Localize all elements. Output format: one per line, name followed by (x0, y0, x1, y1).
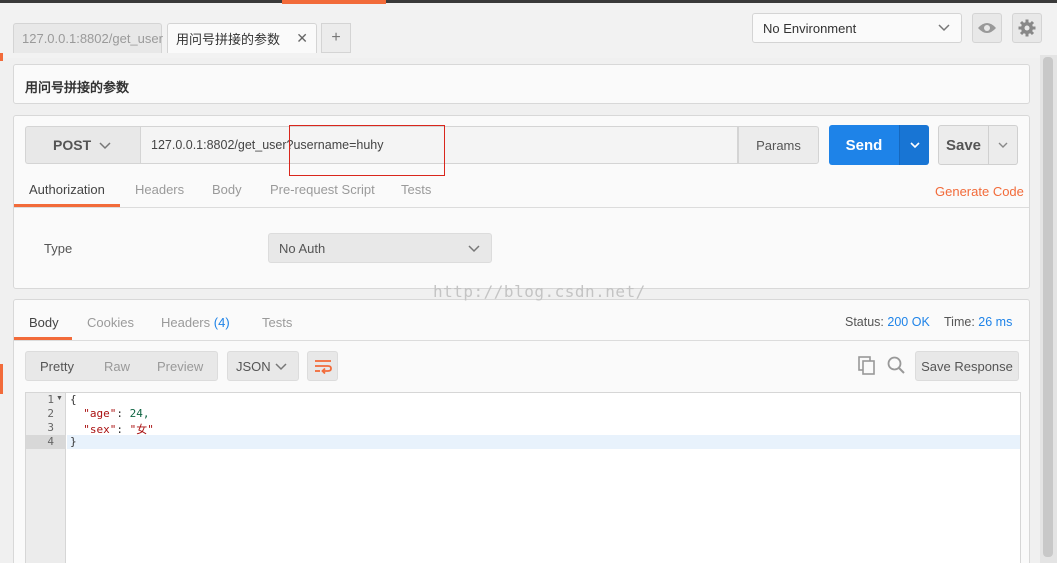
save-options-button[interactable] (988, 125, 1018, 165)
json-value: "女" (129, 423, 154, 436)
tab-authorization[interactable]: Authorization (29, 182, 105, 197)
close-icon[interactable]: ✕ (296, 30, 308, 47)
auth-type-label: Type (44, 241, 73, 256)
response-tab-cookies[interactable]: Cookies (87, 315, 134, 330)
response-tab-headers-label: Headers (161, 315, 211, 330)
add-tab-button[interactable]: + (321, 23, 351, 53)
auth-type-value: No Auth (279, 240, 326, 256)
response-tab-tests[interactable]: Tests (262, 315, 292, 330)
save-response-button[interactable]: Save Response (915, 351, 1019, 381)
status-label-text: Status: (845, 315, 884, 329)
fold-icon[interactable]: ▼ (56, 395, 63, 402)
method-select[interactable]: POST (25, 126, 140, 164)
line-number: 4 (47, 435, 54, 448)
save-button[interactable]: Save (938, 125, 989, 165)
tab-pre-request-script[interactable]: Pre-request Script (270, 182, 375, 197)
params-button[interactable]: Params (738, 126, 819, 164)
line-number: 1 (47, 393, 54, 406)
divider (14, 340, 1029, 341)
generate-code-link[interactable]: Generate Code (935, 184, 1024, 199)
json-value: 24, (129, 407, 150, 420)
request-name[interactable]: 用问号拼接的参数 (25, 77, 129, 96)
chevron-down-icon (998, 142, 1008, 148)
chevron-down-icon (468, 245, 480, 253)
tab-label: 用问号拼接的参数 (176, 32, 281, 47)
code-line: { (70, 393, 77, 406)
response-body-editor[interactable]: 1 ▼ 2 3 4 { "age": 24, "sex": "女" } (25, 392, 1021, 563)
tab-headers[interactable]: Headers (135, 182, 184, 197)
view-pretty-button[interactable]: Pretty (40, 359, 74, 374)
active-window-indicator (282, 0, 386, 4)
search-icon[interactable] (886, 355, 906, 375)
tab-label: 127.0.0.1:8802/get_user (22, 31, 163, 46)
wrap-icon (314, 360, 332, 374)
code-line: "sex": "女" (83, 423, 154, 436)
scrollbar-thumb[interactable] (1043, 57, 1053, 557)
code-line: "age": 24, (83, 407, 150, 420)
environment-value: No Environment (763, 20, 857, 36)
line-number: 3 (47, 421, 54, 434)
vertical-scrollbar[interactable] (1040, 55, 1057, 563)
window-edge (0, 0, 1057, 3)
chevron-down-icon (938, 24, 950, 32)
json-key: "sex" (83, 423, 117, 436)
status-value: 200 OK (887, 315, 930, 329)
active-line (67, 435, 1020, 449)
chevron-down-icon (909, 142, 920, 149)
eye-icon (978, 23, 996, 33)
left-edge-marker (0, 364, 3, 394)
view-raw-button[interactable]: Raw (104, 359, 130, 374)
status-label: Status: 200 OK (845, 315, 930, 329)
tab-body[interactable]: Body (212, 182, 242, 197)
auth-type-select[interactable]: No Auth (268, 233, 492, 263)
request-name-panel (13, 64, 1030, 104)
environment-select[interactable]: No Environment (752, 13, 962, 43)
tab-query-params[interactable]: 用问号拼接的参数 ✕ (167, 23, 317, 53)
manage-environments-button[interactable] (1012, 13, 1042, 43)
send-button[interactable]: Send (829, 125, 899, 165)
response-tab-body[interactable]: Body (29, 315, 59, 330)
tab-get-user[interactable]: 127.0.0.1:8802/get_user (13, 23, 163, 53)
response-tab-headers[interactable]: Headers (4) (161, 315, 230, 330)
method-value: POST (53, 137, 92, 153)
time-label-text: Time: (944, 315, 975, 329)
divider (14, 207, 1029, 208)
watermark: http://blog.csdn.net/ (433, 282, 646, 301)
time-label: Time: 26 ms (944, 315, 1012, 329)
copy-icon[interactable] (857, 355, 877, 375)
format-select[interactable]: JSON (227, 351, 299, 381)
view-mode-toggle: Pretty Raw Preview (25, 351, 218, 381)
code-line: } (70, 435, 77, 448)
chevron-down-icon (99, 142, 111, 150)
send-options-button[interactable] (899, 125, 929, 165)
wrap-lines-button[interactable] (307, 351, 338, 381)
line-number: 2 (47, 407, 54, 420)
annotation-highlight-box (289, 125, 445, 176)
time-value: 26 ms (978, 315, 1013, 329)
left-edge-marker (0, 53, 3, 61)
chevron-down-icon (275, 363, 287, 371)
tab-tests[interactable]: Tests (401, 182, 431, 197)
view-preview-button[interactable]: Preview (157, 359, 203, 374)
json-key: "age" (83, 407, 117, 420)
format-value: JSON (236, 358, 271, 374)
headers-count-badge: (4) (213, 315, 230, 330)
environment-quick-look-button[interactable] (972, 13, 1002, 43)
gear-icon (1018, 19, 1036, 37)
